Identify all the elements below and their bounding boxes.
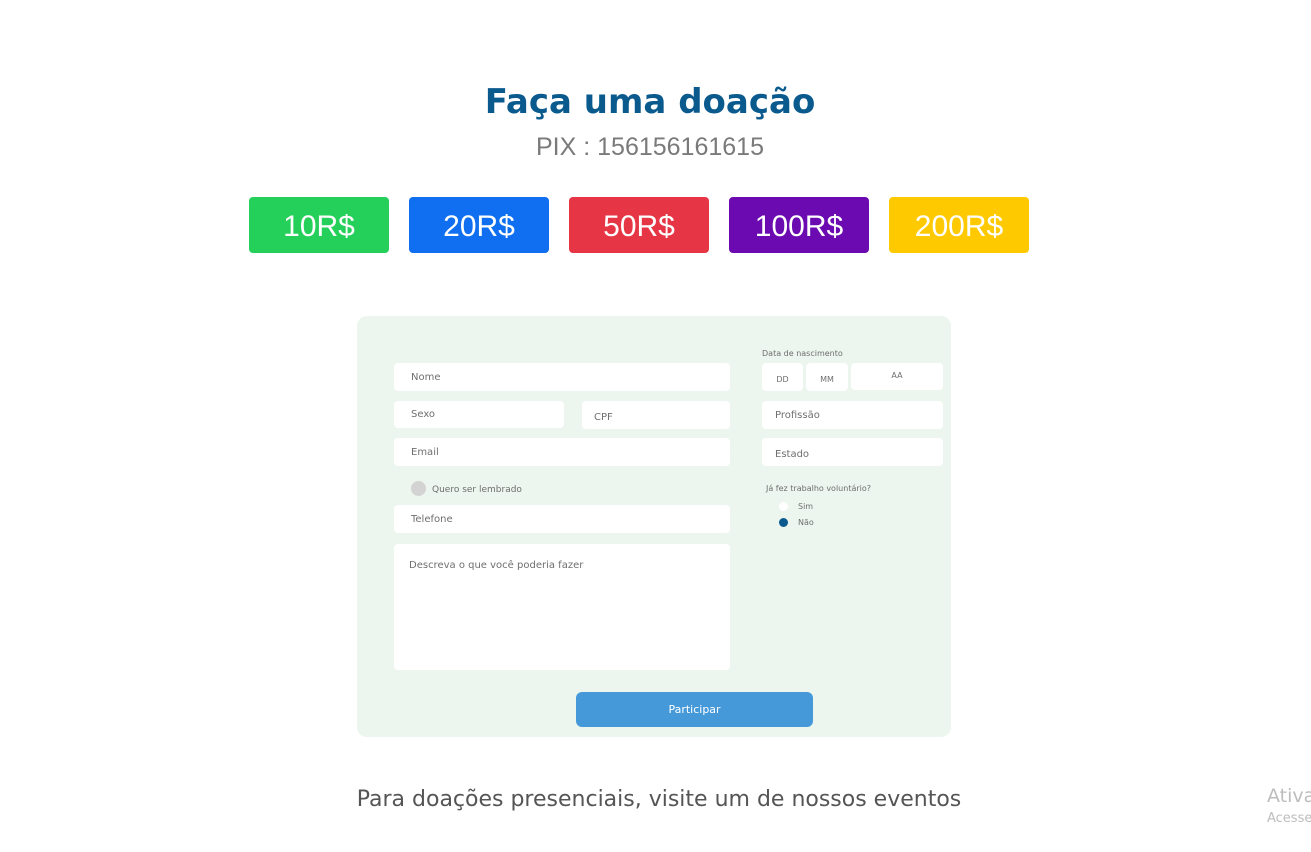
amount-10-button[interactable]: 10R$: [249, 197, 389, 253]
footer-text: Para doações presenciais, visite um de n…: [356, 787, 962, 812]
volunteer-question: Já fez trabalho voluntário?: [766, 484, 872, 493]
amount-100-button[interactable]: 100R$: [729, 197, 869, 253]
amount-200-button[interactable]: 200R$: [889, 197, 1029, 253]
activation-watermark-title: Ativa: [1267, 785, 1311, 807]
activation-watermark-text: Acesse: [1267, 811, 1311, 826]
cpf-input[interactable]: CPF: [582, 401, 730, 429]
remember-checkbox[interactable]: [411, 481, 426, 496]
birth-year-input[interactable]: AA: [851, 363, 943, 390]
submit-button[interactable]: Participar: [576, 692, 813, 727]
volunteer-yes-radio[interactable]: [779, 502, 788, 511]
email-input[interactable]: Email: [394, 438, 730, 466]
description-textarea[interactable]: Descreva o que você poderia fazer: [394, 544, 730, 670]
pix-key: PIX : 156156161615: [536, 133, 764, 161]
phone-input[interactable]: Telefone: [394, 505, 730, 533]
profession-input[interactable]: Profissão: [762, 401, 943, 429]
volunteer-no-label: Não: [798, 518, 814, 527]
sex-input[interactable]: Sexo: [394, 401, 564, 428]
name-input[interactable]: Nome: [394, 363, 730, 391]
volunteer-yes-label: Sim: [798, 502, 814, 511]
remember-label: Quero ser lembrado: [432, 485, 522, 495]
page-title: Faça uma doação: [484, 82, 816, 122]
birth-day-input[interactable]: DD: [762, 363, 803, 391]
amount-20-button[interactable]: 20R$: [409, 197, 549, 253]
birthdate-label: Data de nascimento: [762, 349, 843, 358]
birth-month-input[interactable]: MM: [806, 363, 848, 391]
state-input[interactable]: Estado: [762, 438, 943, 466]
amount-50-button[interactable]: 50R$: [569, 197, 709, 253]
volunteer-no-radio[interactable]: [779, 518, 788, 527]
